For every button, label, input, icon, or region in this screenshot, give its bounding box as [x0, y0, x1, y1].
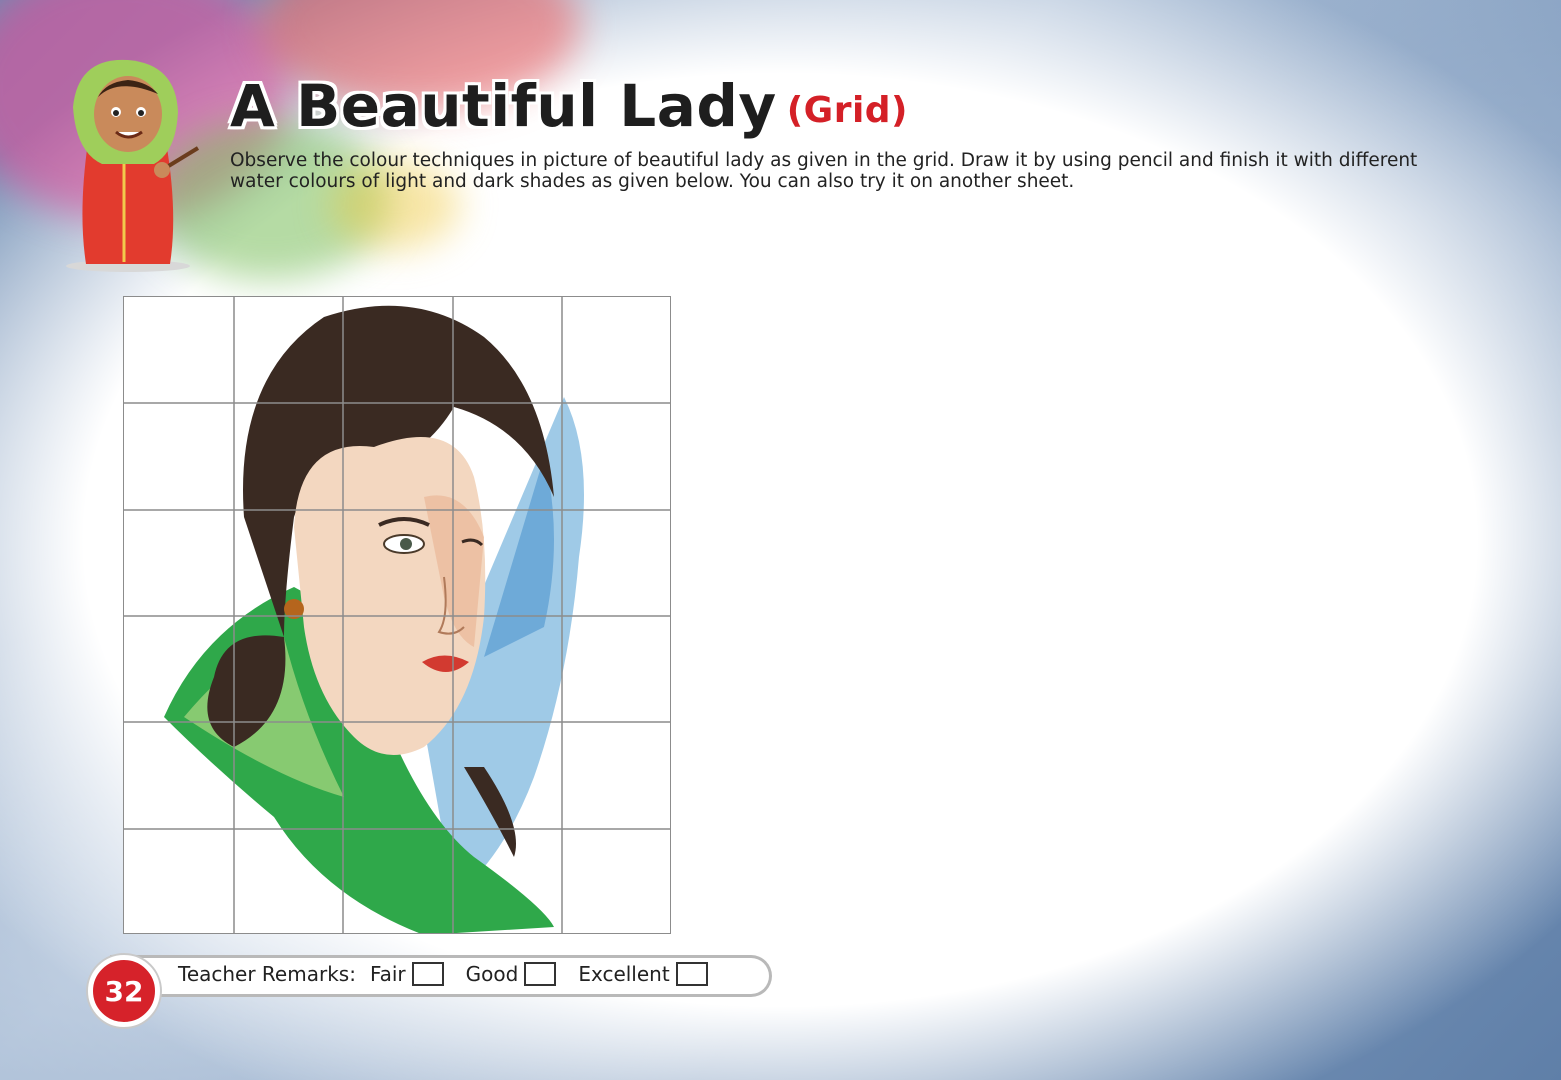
remark-option-label: Good — [465, 962, 519, 986]
title-text: A Beautiful Lady — [230, 72, 777, 140]
title-subtitle: (Grid) — [786, 90, 909, 131]
teacher-remarks: Teacher Remarks: Fair Good Excellent — [178, 962, 730, 986]
girl-mascot-illustration — [66, 59, 200, 272]
page-title: A Beautiful Lady (Grid) — [230, 72, 908, 140]
remark-checkbox[interactable] — [675, 962, 708, 986]
remark-checkbox[interactable] — [411, 962, 444, 986]
remark-option-good: Good — [466, 962, 557, 986]
remark-option-label: Excellent — [578, 962, 670, 986]
remark-checkbox[interactable] — [524, 962, 557, 986]
remark-option-fair: Fair — [370, 962, 444, 986]
grid-lines — [124, 297, 670, 933]
drawing-grid — [123, 296, 671, 934]
page-number-badge: 32 — [88, 955, 160, 1027]
remarks-label: Teacher Remarks: — [178, 962, 356, 986]
instructions-text: Observe the colour techniques in picture… — [230, 150, 1418, 192]
remark-option-excellent: Excellent — [578, 962, 708, 986]
remark-option-label: Fair — [369, 962, 406, 986]
